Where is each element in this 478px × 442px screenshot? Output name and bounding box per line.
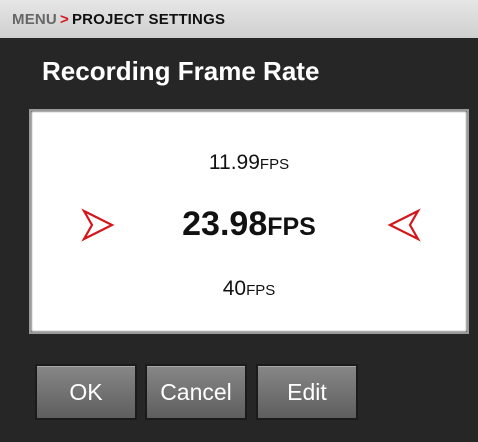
next-option[interactable]: 40FPS — [31, 277, 467, 301]
breadcrumb-current: PROJECT SETTINGS — [71, 10, 226, 28]
next-option-unit: FPS — [246, 282, 276, 299]
previous-option[interactable]: 11.99FPS — [31, 151, 467, 175]
selected-option-unit: FPS — [267, 213, 316, 241]
breadcrumb: MENU > PROJECT SETTINGS — [0, 0, 478, 38]
breadcrumb-root[interactable]: MENU — [12, 11, 57, 28]
next-option-value: 40 — [222, 277, 247, 300]
cancel-button[interactable]: Cancel — [145, 364, 247, 420]
page-title: Recording Frame Rate — [42, 56, 320, 86]
previous-option-unit: FPS — [259, 156, 290, 173]
previous-option-value: 11.99 — [208, 151, 260, 174]
breadcrumb-separator-icon: > — [59, 10, 69, 28]
edit-button[interactable]: Edit — [256, 364, 358, 420]
frame-rate-selector[interactable]: 11.99FPS 23.98FPS 40FPS — [29, 109, 469, 334]
project-settings-screen: MENU > PROJECT SETTINGS Recording Frame … — [0, 0, 478, 442]
selected-option-value: 23.98 — [182, 205, 268, 243]
ok-button[interactable]: OK — [35, 364, 137, 420]
increment-arrow-icon[interactable] — [387, 208, 421, 242]
